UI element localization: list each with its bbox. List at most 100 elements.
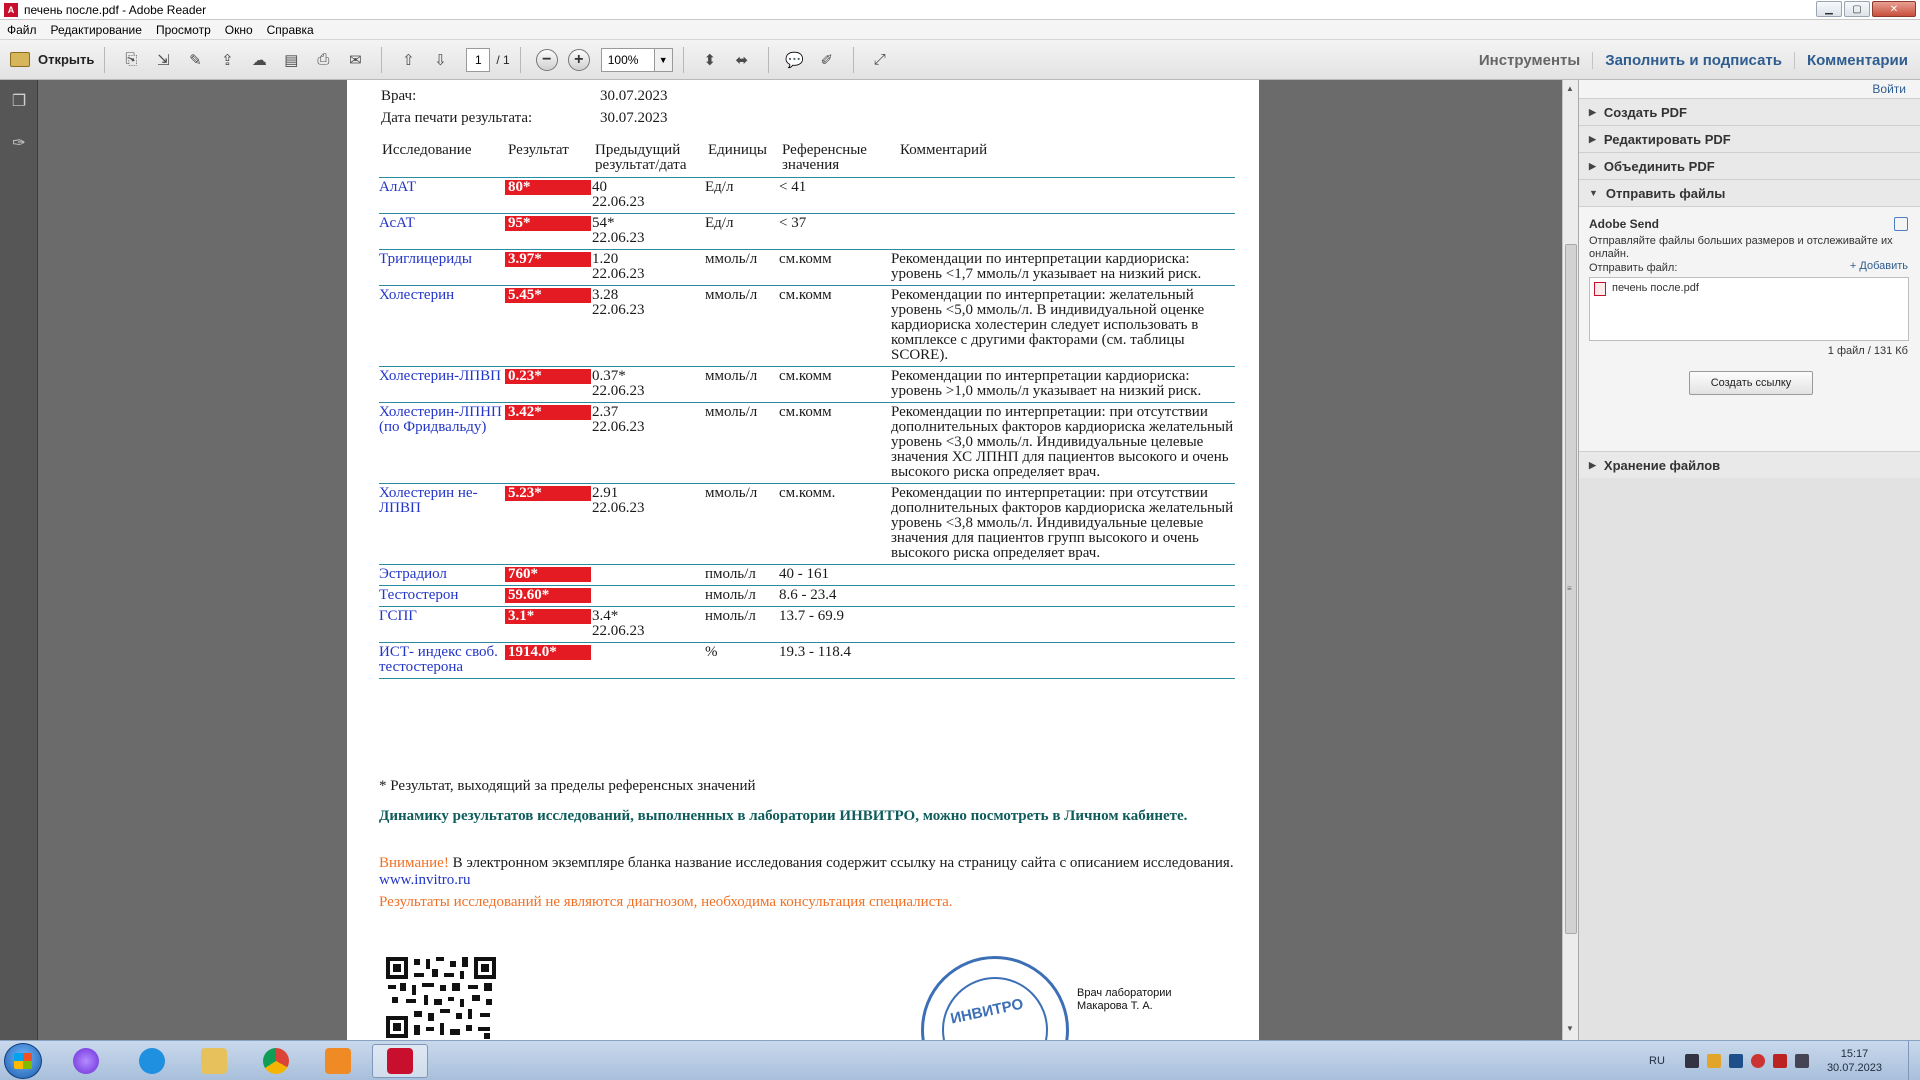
cell-units: нмоль/л bbox=[705, 586, 779, 607]
file-explorer-icon bbox=[201, 1048, 227, 1074]
cell-comment bbox=[891, 214, 1235, 250]
zoom-input[interactable]: 100% bbox=[600, 47, 655, 72]
taskbar-explorer[interactable] bbox=[186, 1044, 242, 1078]
test-name-link[interactable]: ГСПГ bbox=[379, 608, 417, 624]
tray-app-icon[interactable] bbox=[1684, 1054, 1699, 1068]
taskbar-ie[interactable] bbox=[124, 1044, 180, 1078]
section-label: Создать PDF bbox=[1603, 104, 1687, 120]
open-button[interactable]: Открыть bbox=[10, 52, 94, 67]
print-icon[interactable]: ⎙ bbox=[311, 48, 335, 72]
section-combine-pdf[interactable]: ▶ Объединить PDF bbox=[1579, 152, 1920, 179]
test-name-link[interactable]: Холестерин-ЛПВП bbox=[379, 368, 501, 384]
tray-app-icon[interactable] bbox=[1728, 1054, 1743, 1068]
tab-tools[interactable]: Инструменты bbox=[1467, 52, 1592, 69]
start-button[interactable] bbox=[4, 1043, 42, 1079]
section-edit-pdf[interactable]: ▶ Редактировать PDF bbox=[1579, 125, 1920, 152]
test-name-link[interactable]: Холестерин-ЛПНП (по Фридвальду) bbox=[379, 404, 502, 435]
chrome-icon bbox=[263, 1048, 289, 1074]
share-folder-icon[interactable]: ⇪ bbox=[215, 48, 239, 72]
highlight-icon[interactable]: ✐ bbox=[815, 48, 839, 72]
test-name-link[interactable]: ИСТ- индекс своб. тестостерона bbox=[379, 644, 498, 675]
menu-edit[interactable]: Редактирование bbox=[44, 23, 149, 37]
maximize-button[interactable]: ▢ bbox=[1844, 1, 1870, 17]
cell-units: нмоль/л bbox=[705, 607, 779, 643]
ref-text: < 41 bbox=[779, 179, 807, 195]
test-name-link[interactable]: Холестерин bbox=[379, 287, 454, 303]
cell-prev: 54* 22.06.23 bbox=[592, 214, 705, 250]
attention-text: В электронном экземпляре бланка название… bbox=[448, 855, 1234, 871]
page-number-input[interactable]: 1 bbox=[466, 47, 491, 72]
cell-comment bbox=[891, 565, 1235, 586]
cell-ref: см.комм bbox=[779, 367, 891, 403]
add-file-link[interactable]: + Добавить bbox=[1850, 260, 1908, 272]
menu-view[interactable]: Просмотр bbox=[149, 23, 218, 37]
test-name-link[interactable]: Тестостерон bbox=[379, 587, 458, 603]
zoom-in-button[interactable]: + bbox=[567, 48, 590, 71]
comment-icon[interactable]: 💬 bbox=[783, 48, 807, 72]
tray-app-icon[interactable] bbox=[1772, 1054, 1787, 1068]
doctor-signature-block: Врач лаборатории Макарова Т. А. bbox=[1077, 987, 1172, 1013]
zoom-out-button[interactable]: − bbox=[535, 48, 558, 71]
taskbar-chrome[interactable] bbox=[248, 1044, 304, 1078]
tab-comments[interactable]: Комментарии bbox=[1793, 51, 1920, 69]
test-name-link[interactable]: Эстрадиол bbox=[379, 566, 447, 582]
close-button[interactable]: ✕ bbox=[1872, 1, 1916, 17]
menu-file[interactable]: Файл bbox=[0, 23, 44, 37]
menu-help[interactable]: Справка bbox=[260, 23, 321, 37]
next-page-icon[interactable]: ⇩ bbox=[428, 48, 452, 72]
test-name-link[interactable]: Холестерин не-ЛПВП bbox=[379, 485, 478, 516]
page-thumbnails-icon[interactable]: ❐ bbox=[9, 90, 29, 112]
previous-date: 22.06.23 bbox=[592, 383, 645, 399]
file-list[interactable]: печень после.pdf bbox=[1589, 277, 1909, 341]
save-icon[interactable]: ▤ bbox=[279, 48, 303, 72]
previous-date: 22.06.23 bbox=[592, 500, 645, 516]
fit-page-icon[interactable]: ⬍ bbox=[698, 48, 722, 72]
test-name-link[interactable]: АсАТ bbox=[379, 215, 415, 231]
fit-width-icon[interactable]: ⬌ bbox=[730, 48, 754, 72]
edit-pdf-icon[interactable]: ✎ bbox=[183, 48, 207, 72]
expand-arrow-icon: ▶ bbox=[1589, 459, 1596, 470]
show-desktop-button[interactable] bbox=[1908, 1041, 1920, 1080]
tray-app-icon[interactable] bbox=[1706, 1054, 1721, 1068]
document-area[interactable]: Врач: 30.07.2023 Дата печати результата: 3… bbox=[38, 80, 1562, 1040]
cell-result: 3.42* bbox=[505, 403, 592, 484]
tray-app-icon[interactable] bbox=[1750, 1054, 1765, 1068]
volume-icon[interactable] bbox=[1794, 1054, 1809, 1068]
alice-assistant-icon bbox=[73, 1048, 99, 1074]
create-pdf-icon[interactable]: ⎘ bbox=[119, 48, 143, 72]
section-file-storage[interactable]: ▶ Хранение файлов bbox=[1579, 451, 1920, 478]
file-name[interactable]: печень после.pdf bbox=[1612, 282, 1699, 294]
email-icon[interactable]: ✉ bbox=[343, 48, 367, 72]
taskbar-alice[interactable] bbox=[58, 1044, 114, 1078]
expand-arrow-icon: ▶ bbox=[1589, 106, 1596, 117]
doctor-name: Макарова Т. А. bbox=[1077, 1000, 1153, 1012]
tab-fill-sign[interactable]: Заполнить и подписать bbox=[1592, 51, 1794, 69]
menu-window[interactable]: Окно bbox=[218, 23, 260, 37]
test-name-link[interactable]: Триглицериды bbox=[379, 251, 472, 267]
document-scrollbar[interactable]: ▲ ≡ ▼ bbox=[1562, 80, 1578, 1040]
scroll-down-icon[interactable]: ▼ bbox=[1566, 1024, 1574, 1033]
scroll-up-icon[interactable]: ▲ bbox=[1566, 84, 1574, 93]
cell-result: 5.45* bbox=[505, 286, 592, 367]
send-icon[interactable] bbox=[1894, 217, 1908, 231]
taskbar-media-player[interactable] bbox=[310, 1044, 366, 1078]
language-indicator[interactable]: RU bbox=[1649, 1055, 1665, 1067]
upload-cloud-icon[interactable]: ☁ bbox=[247, 48, 271, 72]
previous-date: 22.06.23 bbox=[592, 194, 645, 210]
attachments-icon[interactable]: ✑ bbox=[9, 132, 29, 154]
adobe-reader-taskbar-icon bbox=[387, 1048, 413, 1074]
test-name-link[interactable]: АлАТ bbox=[379, 179, 416, 195]
clock[interactable]: 15:17 30.07.2023 bbox=[1827, 1047, 1882, 1075]
taskbar-adobe-reader[interactable] bbox=[372, 1044, 428, 1078]
previous-page-icon[interactable]: ⇧ bbox=[396, 48, 420, 72]
export-pdf-icon[interactable]: ⇲ bbox=[151, 48, 175, 72]
table-row: Тестостерон 59.60* нмоль/л 8.6 - 23.4 bbox=[379, 586, 1235, 607]
expand-icon[interactable]: ⤢ bbox=[868, 48, 892, 72]
create-link-button[interactable]: Создать ссылку bbox=[1689, 371, 1813, 395]
login-link[interactable]: Войти bbox=[1579, 80, 1920, 98]
minimize-button[interactable]: ▁ bbox=[1816, 1, 1842, 17]
zoom-dropdown-icon[interactable]: ▼ bbox=[654, 47, 673, 72]
section-create-pdf[interactable]: ▶ Создать PDF bbox=[1579, 98, 1920, 125]
invitro-site-link[interactable]: www.invitro.ru bbox=[379, 872, 471, 888]
section-send-files[interactable]: ▼ Отправить файлы bbox=[1579, 179, 1920, 206]
